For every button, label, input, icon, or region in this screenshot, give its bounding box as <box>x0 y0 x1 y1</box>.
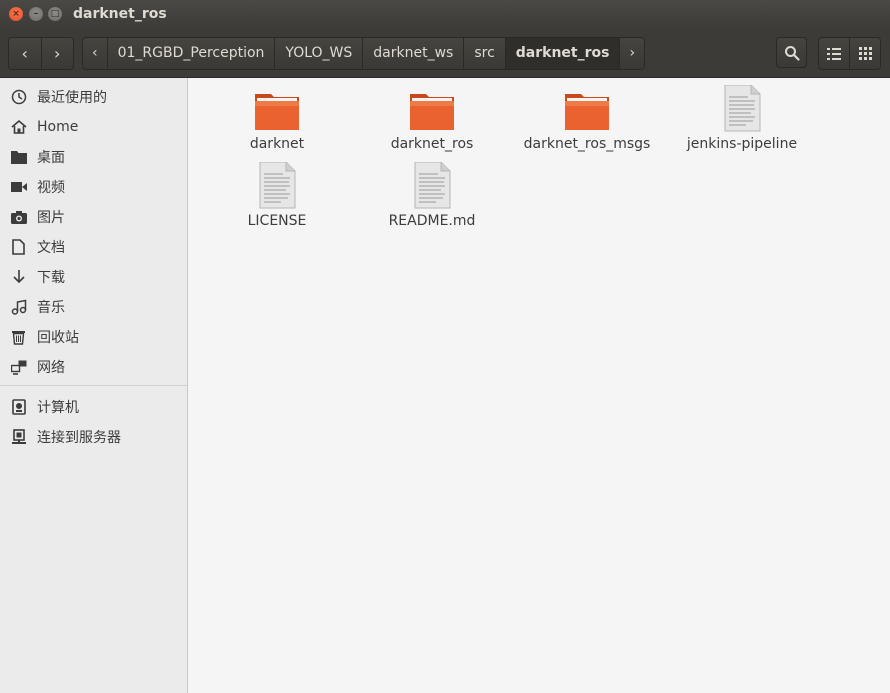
navigation-buttons: ‹ › <box>8 37 74 70</box>
grid-view-button[interactable] <box>849 38 880 69</box>
forward-button[interactable]: › <box>40 38 73 69</box>
sidebar-item-videos[interactable]: 视频 <box>0 172 187 202</box>
file-item-text[interactable]: LICENSE <box>202 161 352 229</box>
breadcrumb: ‹ 01_RGBD_Perception YOLO_WS darknet_ws … <box>82 37 646 70</box>
search-icon <box>784 46 800 61</box>
sidebar-separator <box>0 385 187 386</box>
computer-icon <box>10 399 27 416</box>
file-view: darknet darknet_ros darknet_ros_msgs jen… <box>193 78 890 693</box>
list-view-icon <box>827 48 841 60</box>
file-name: darknet_ros_msgs <box>523 136 651 152</box>
minimize-window-button[interactable]: – <box>29 7 43 21</box>
file-item-folder[interactable]: darknet <box>202 85 352 152</box>
music-icon <box>10 299 27 316</box>
sidebar-item-downloads[interactable]: 下载 <box>0 262 187 292</box>
file-manager-window: × – □ darknet_ros ‹ › ‹ 01_RGBD_Percepti… <box>0 0 890 693</box>
file-item-text[interactable]: jenkins-pipeline <box>667 84 817 152</box>
folder-icon <box>10 149 27 166</box>
sidebar-item-label: 最近使用的 <box>37 90 107 106</box>
document-icon <box>10 239 27 256</box>
sidebar-item-label: 音乐 <box>37 300 65 316</box>
maximize-window-button[interactable]: □ <box>48 7 62 21</box>
path-scroll-left-button[interactable]: ‹ <box>83 38 108 69</box>
sidebar-item-label: Home <box>37 119 79 135</box>
sidebar-item-label: 视频 <box>37 180 65 196</box>
text-file-icon <box>718 84 766 133</box>
sidebar-item-connect-server[interactable]: 连接到服务器 <box>0 422 187 452</box>
camera-icon <box>10 209 27 226</box>
sidebar-item-label: 计算机 <box>37 400 79 416</box>
text-file-icon <box>253 161 301 210</box>
folder-icon <box>563 85 611 133</box>
file-name: darknet_ros <box>390 136 474 152</box>
sidebar-item-pictures[interactable]: 图片 <box>0 202 187 232</box>
sidebar-item-label: 图片 <box>37 210 65 226</box>
breadcrumb-item[interactable]: 01_RGBD_Perception <box>107 38 276 69</box>
file-item-folder[interactable]: darknet_ros <box>357 85 507 152</box>
home-icon <box>10 119 27 136</box>
trash-icon <box>10 329 27 346</box>
clock-icon <box>10 89 27 106</box>
path-scroll-right-button[interactable]: › <box>620 38 645 69</box>
close-window-button[interactable]: × <box>9 7 23 21</box>
search-button[interactable] <box>776 37 807 68</box>
text-file-icon <box>408 161 456 210</box>
file-item-folder[interactable]: darknet_ros_msgs <box>512 85 662 152</box>
sidebar-item-network[interactable]: 网络 <box>0 352 187 382</box>
sidebar-item-computer[interactable]: 计算机 <box>0 392 187 422</box>
sidebar-item-label: 文档 <box>37 240 65 256</box>
file-name: jenkins-pipeline <box>686 136 798 152</box>
title-bar: × – □ darknet_ros <box>0 0 890 29</box>
sidebar-item-home[interactable]: Home <box>0 112 187 142</box>
sidebar-item-trash[interactable]: 回收站 <box>0 322 187 352</box>
sidebar-item-label: 连接到服务器 <box>37 430 121 446</box>
sidebar-item-recent[interactable]: 最近使用的 <box>0 82 187 112</box>
sidebar-item-label: 网络 <box>37 360 65 376</box>
video-icon <box>10 179 27 196</box>
sidebar-item-label: 下载 <box>37 270 65 286</box>
download-icon <box>10 269 27 286</box>
folder-icon <box>408 85 456 133</box>
file-name: LICENSE <box>247 213 307 229</box>
breadcrumb-item[interactable]: YOLO_WS <box>275 38 364 69</box>
sidebar-item-label: 桌面 <box>37 150 65 166</box>
breadcrumb-current-item[interactable]: darknet_ros <box>505 38 621 69</box>
breadcrumb-item[interactable]: darknet_ws <box>363 38 465 69</box>
grid-view-icon <box>858 47 872 60</box>
sidebar: 最近使用的 Home 桌面 视频 图片 文档 下载 音乐 回收站 网络 计算机 … <box>0 78 188 693</box>
view-mode-buttons <box>818 37 881 70</box>
sidebar-item-desktop[interactable]: 桌面 <box>0 142 187 172</box>
back-button[interactable]: ‹ <box>9 38 41 69</box>
folder-icon <box>253 85 301 133</box>
window-title: darknet_ros <box>73 6 167 22</box>
breadcrumb-item[interactable]: src <box>464 38 506 69</box>
header-bar: ‹ › ‹ 01_RGBD_Perception YOLO_WS darknet… <box>0 29 890 78</box>
network-icon <box>10 359 27 376</box>
sidebar-item-label: 回收站 <box>37 330 79 346</box>
sidebar-item-music[interactable]: 音乐 <box>0 292 187 322</box>
server-icon <box>10 429 27 446</box>
file-name: darknet <box>249 136 305 152</box>
file-name: README.md <box>388 213 476 229</box>
file-item-text[interactable]: README.md <box>357 161 507 229</box>
list-view-button[interactable] <box>819 38 849 69</box>
sidebar-item-documents[interactable]: 文档 <box>0 232 187 262</box>
